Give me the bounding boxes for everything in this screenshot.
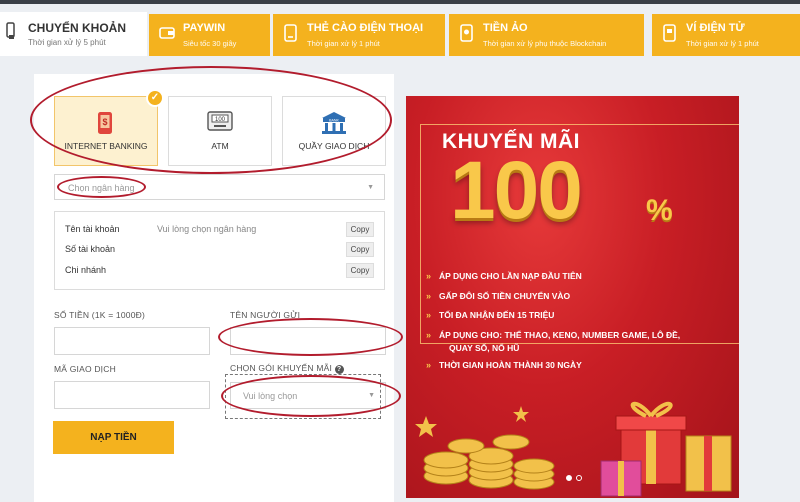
carousel-dots[interactable] — [566, 468, 586, 486]
branch-label: Chi nhánh — [65, 265, 107, 275]
double-chevron-icon: » — [426, 271, 432, 281]
method-atm[interactable]: 100 ATM — [168, 96, 272, 166]
transaction-code-label: MÃ GIAO DỊCH — [54, 364, 116, 374]
carousel-dot[interactable] — [576, 475, 582, 481]
copy-name-button[interactable]: Copy — [346, 222, 374, 237]
tab-paywin[interactable]: PAYWIN Siêu tốc 30 giây — [149, 14, 270, 56]
banner-line: QUAY SỐ, NỔ HŨ — [449, 343, 520, 353]
check-icon: ✓ — [146, 89, 164, 107]
promo-label: CHỌN GÓI KHUYẾN MÃI ? — [230, 363, 344, 374]
promo-banner: KHUYẾN MÃI 100 % » ÁP DỤNG CHO LẦN NẠP ĐẦ… — [406, 96, 739, 498]
tab-vi-dien-tu[interactable]: VÍ ĐIỆN TỬ Thời gian xử lý 1 phút — [652, 14, 800, 56]
chevron-down-icon: ▼ — [368, 392, 375, 399]
banner-line: » THỜI GIAN HOÀN THÀNH 30 NGÀY — [426, 360, 582, 370]
wallet-icon — [159, 27, 175, 39]
top-bar — [0, 0, 800, 4]
account-name-value: Vui lòng chọn ngân hàng — [157, 224, 257, 234]
method-label: ATM — [211, 141, 229, 151]
phone-transfer-icon — [6, 22, 15, 39]
help-icon[interactable]: ? — [334, 365, 344, 374]
promo-select-placeholder: Vui lòng chọn — [243, 391, 298, 401]
banner-line: » ÁP DỤNG CHO LẦN NẠP ĐẦU TIÊN — [426, 271, 582, 281]
double-chevron-icon: » — [426, 330, 432, 340]
tab-title: PAYWIN — [183, 22, 226, 34]
phone-card-icon — [284, 24, 297, 42]
tab-title: CHUYỂN KHOẢN — [28, 21, 127, 35]
bank-select[interactable]: Chọn ngân hàng ▼ — [54, 174, 385, 200]
copy-branch-button[interactable]: Copy — [346, 263, 374, 278]
account-number-label: Số tài khoản — [65, 244, 116, 254]
bank-building-icon: BANK — [322, 112, 346, 134]
crypto-phone-icon — [460, 24, 473, 42]
banner-line: » ÁP DỤNG CHO: THỂ THAO, KENO, NUMBER GAM… — [426, 330, 681, 340]
amount-input[interactable] — [54, 327, 210, 355]
method-internet-banking[interactable]: $ INTERNET BANKING — [54, 96, 158, 166]
tab-subtitle: Thời gian xử lý 1 phút — [307, 39, 380, 48]
double-chevron-icon: » — [426, 360, 432, 370]
mobile-banking-icon: $ — [98, 112, 112, 134]
banner-line: » TỐI ĐA NHẬN ĐẾN 15 TRIỆU — [426, 310, 555, 320]
tab-title: VÍ ĐIỆN TỬ — [686, 22, 745, 34]
chevron-down-icon: ▼ — [367, 184, 374, 191]
bank-select-placeholder: Chọn ngân hàng — [68, 183, 135, 193]
bank-sign-text: BANK — [329, 119, 339, 123]
tab-subtitle: Thời gian xử lý phụ thuộc Blockchain — [483, 39, 607, 48]
copy-number-button[interactable]: Copy — [346, 242, 374, 257]
tab-subtitle: Thời gian xử lý 1 phút — [686, 39, 759, 48]
banner-big-number: 100 — [450, 145, 583, 236]
tab-tien-ao[interactable]: TIỀN ẢO Thời gian xử lý phụ thuộc Blockc… — [449, 14, 644, 56]
svg-text:$: $ — [102, 117, 107, 127]
amount-label: SỐ TIỀN (1K = 1000Đ) — [54, 310, 146, 320]
transaction-code-input[interactable] — [54, 381, 210, 409]
atm-amount-text: 100 — [215, 117, 226, 123]
deposit-submit-button[interactable]: NẠP TIỀN — [53, 421, 174, 454]
tab-subtitle: Thời gian xử lý 5 phút — [28, 38, 106, 47]
banner-percent: % — [646, 194, 673, 227]
promo-select[interactable]: Vui lòng chọn ▼ — [230, 382, 386, 409]
e-wallet-icon — [663, 24, 676, 42]
atm-icon: 100 — [207, 111, 233, 131]
tab-subtitle: Siêu tốc 30 giây — [183, 39, 237, 48]
deposit-tabs: CHUYỂN KHOẢN Thời gian xử lý 5 phút PAYW… — [0, 12, 800, 56]
tab-chuyen-khoan[interactable]: CHUYỂN KHOẢN Thời gian xử lý 5 phút — [0, 12, 147, 56]
sender-input[interactable] — [230, 327, 386, 355]
promo-label-text: CHỌN GÓI KHUYẾN MÃI — [230, 363, 333, 373]
double-chevron-icon: » — [426, 310, 432, 320]
account-name-label: Tên tài khoản — [65, 224, 120, 234]
double-chevron-icon: » — [426, 291, 432, 301]
tab-the-cao-dien-thoai[interactable]: THẺ CÀO ĐIỆN THOẠI Thời gian xử lý 1 phú… — [273, 14, 445, 56]
tab-title: TIỀN ẢO — [483, 22, 528, 34]
method-label: INTERNET BANKING — [64, 141, 148, 151]
tab-title: THẺ CÀO ĐIỆN THOẠI — [307, 22, 424, 34]
sender-label: TÊN NGƯỜI GỬI — [230, 310, 301, 320]
method-quay-giao-dich[interactable]: BANK QUẦY GIAO DỊCH — [282, 96, 386, 166]
banner-line: » GẤP ĐÔI SỐ TIỀN CHUYỂN VÀO — [426, 291, 571, 301]
method-label: QUẦY GIAO DỊCH — [298, 141, 370, 151]
carousel-dot-active[interactable] — [566, 475, 572, 481]
account-info-box: Tên tài khoản Vui lòng chọn ngân hàng Co… — [54, 211, 385, 290]
